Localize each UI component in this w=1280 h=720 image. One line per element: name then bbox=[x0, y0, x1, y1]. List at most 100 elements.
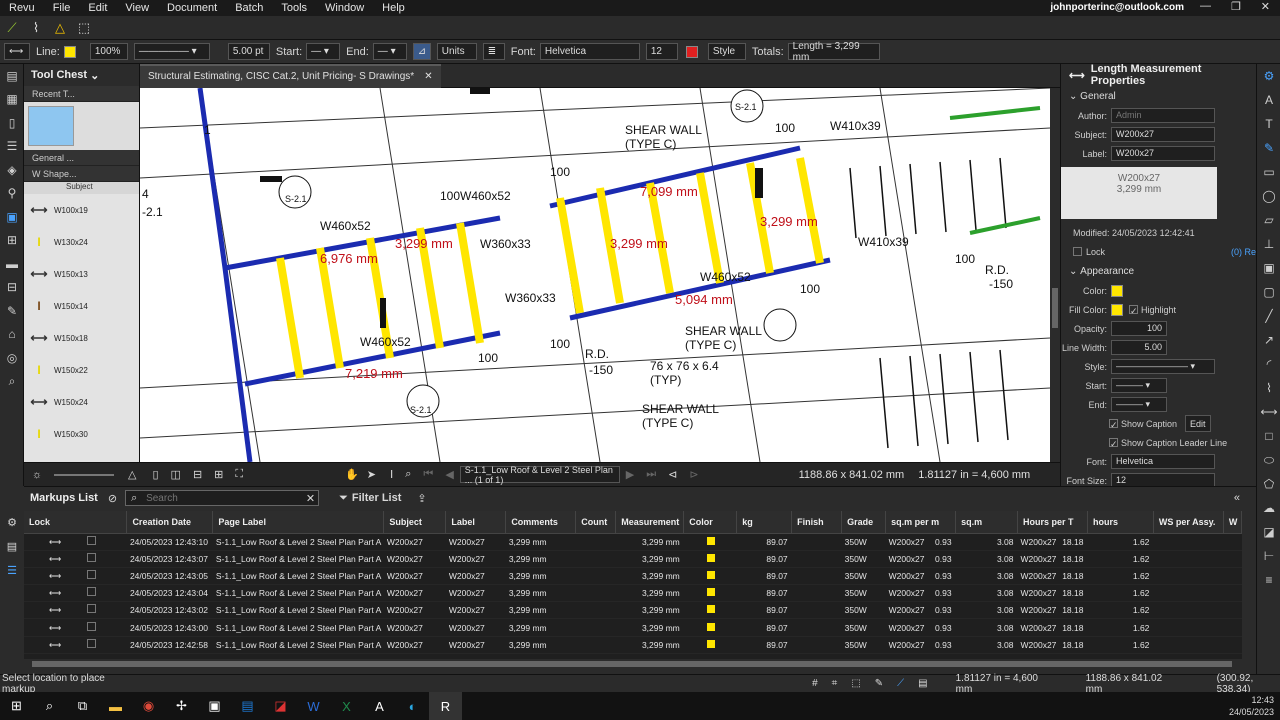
font-dropdown[interactable]: Helvetica bbox=[539, 43, 640, 60]
menu-item-batch[interactable]: Batch bbox=[226, 0, 272, 16]
close-tab-icon[interactable]: ✕ bbox=[424, 71, 432, 82]
collapse-panel-icon[interactable]: « bbox=[1234, 492, 1240, 504]
tool-item[interactable]: I W130x24 bbox=[24, 226, 139, 258]
menu-item-tools[interactable]: Tools bbox=[272, 0, 316, 16]
lock-checkbox[interactable] bbox=[87, 569, 97, 579]
clock[interactable]: 12:43 24/05/2023 bbox=[1229, 694, 1274, 718]
menu-item-view[interactable]: View bbox=[116, 0, 158, 16]
restore-button[interactable]: ❐ bbox=[1231, 0, 1241, 16]
excel-icon[interactable]: X bbox=[330, 692, 363, 720]
tool-chest-title[interactable]: Tool Chest ⌄ bbox=[24, 64, 139, 86]
stamp-icon[interactable]: ◎ bbox=[0, 346, 24, 370]
ellipse-icon[interactable]: ⬭ bbox=[1257, 448, 1280, 472]
settings-icon[interactable]: ⚙ bbox=[1257, 64, 1280, 88]
split-horizontal-icon[interactable]: ⊟ bbox=[193, 468, 202, 481]
note-icon[interactable]: ▱ bbox=[1257, 208, 1280, 232]
pan-icon[interactable]: ✋ bbox=[345, 468, 359, 481]
last-page-icon[interactable]: ⏭ bbox=[646, 468, 656, 481]
collapse-icon[interactable]: ≡ bbox=[1257, 568, 1280, 592]
general-section-header[interactable]: ⌄ General bbox=[1061, 86, 1256, 106]
app-icon[interactable]: ▣ bbox=[198, 692, 231, 720]
chart-icon[interactable]: ⊟ bbox=[0, 276, 24, 300]
markup-snap-icon[interactable]: ✎ bbox=[875, 678, 883, 689]
layout-icon[interactable]: ▤ bbox=[918, 678, 927, 689]
arc-icon[interactable]: ◜ bbox=[1257, 352, 1280, 376]
grid-toggle-icon[interactable]: # bbox=[812, 678, 818, 689]
task-view-icon[interactable]: ⧉ bbox=[66, 692, 99, 720]
search-icon[interactable]: ⌕ bbox=[0, 370, 24, 394]
sync-icon[interactable]: ⟋ bbox=[897, 678, 904, 689]
thumbnails-icon[interactable]: ▤ bbox=[0, 64, 24, 88]
minimize-button[interactable]: — bbox=[1200, 0, 1211, 16]
access-icon[interactable]: A bbox=[363, 692, 396, 720]
column-header[interactable]: kg bbox=[736, 511, 793, 534]
signature-icon[interactable]: ✎ bbox=[0, 299, 24, 323]
sun-icon[interactable]: ☼ bbox=[24, 469, 50, 481]
highlight-checkbox[interactable]: ✓ bbox=[1129, 305, 1138, 316]
column-header[interactable]: sq.m per m bbox=[885, 511, 957, 534]
canvas-vertical-scrollbar[interactable] bbox=[1050, 88, 1060, 462]
bookmarks-icon[interactable]: ▯ bbox=[0, 111, 24, 135]
image-icon[interactable]: ▣ bbox=[1257, 256, 1280, 280]
style-dropdown[interactable]: ———————— ▾ bbox=[1111, 359, 1215, 374]
tool-item[interactable]: I W150x14 bbox=[24, 290, 139, 322]
menu-item-help[interactable]: Help bbox=[373, 0, 414, 16]
link-icon[interactable]: ⟋ bbox=[0, 17, 24, 39]
select-arrow-icon[interactable]: ➤ bbox=[367, 468, 376, 481]
select-text-icon[interactable]: Ⅰ bbox=[390, 468, 393, 481]
search-icon[interactable]: ⌕ bbox=[33, 692, 66, 720]
table-row[interactable]: ⟷ 24/05/2023 12:42:58 S-1.1_Low Roof & Lev… bbox=[24, 636, 1242, 654]
stamp-icon[interactable]: ⊥ bbox=[1257, 232, 1280, 256]
lock-checkbox[interactable] bbox=[87, 604, 97, 614]
font-dropdown[interactable]: Helvetica bbox=[1111, 454, 1215, 469]
start-arrow-dropdown[interactable]: — ▾ bbox=[306, 43, 341, 60]
font-size-field[interactable]: 12 bbox=[1111, 473, 1215, 486]
column-header[interactable]: Comments bbox=[505, 511, 577, 534]
polyline-icon[interactable]: ⌇ bbox=[1257, 376, 1280, 400]
crop-icon[interactable]: ⛶ bbox=[235, 468, 243, 481]
tool-item[interactable]: ⟷ W150x24 bbox=[24, 386, 139, 418]
close-window-button[interactable]: ✕ bbox=[1261, 0, 1270, 16]
column-header[interactable]: Count bbox=[575, 511, 617, 534]
column-header[interactable]: Page Label bbox=[212, 511, 385, 534]
markups-vertical-scrollbar[interactable] bbox=[1242, 511, 1252, 659]
tool-item[interactable]: I W150x30 bbox=[24, 418, 139, 450]
column-header[interactable]: Subject bbox=[383, 511, 447, 534]
teams-icon[interactable]: ✢ bbox=[165, 692, 198, 720]
end-dropdown[interactable]: ——— ▾ bbox=[1111, 397, 1167, 412]
markups-settings-icon[interactable]: ⚙ bbox=[0, 510, 24, 534]
triangle-icon[interactable]: △ bbox=[128, 468, 136, 481]
column-header[interactable]: WS per Assy. bbox=[1153, 511, 1224, 534]
totals-dropdown[interactable]: Length = 3,299 mm bbox=[787, 41, 880, 63]
zoom-icon[interactable]: ⌕ bbox=[405, 468, 411, 481]
callout-icon[interactable]: ▭ bbox=[1257, 160, 1280, 184]
attach-icon[interactable]: ⌇ bbox=[24, 17, 48, 39]
document-tab[interactable]: Structural Estimating, CISC Cat.2, Unit … bbox=[140, 63, 441, 88]
properties-icon[interactable]: ☰ bbox=[0, 135, 24, 159]
end-arrow-dropdown[interactable]: — ▾ bbox=[372, 43, 407, 60]
measure-length-icon[interactable]: ⊢ bbox=[1257, 544, 1280, 568]
snap-icon[interactable]: ⌗ bbox=[832, 678, 838, 689]
opacity-field[interactable]: 100% bbox=[89, 43, 128, 60]
grid-icon[interactable]: ▦ bbox=[0, 88, 24, 112]
font-size-dropdown[interactable]: 12 bbox=[645, 43, 678, 60]
show-caption-checkbox[interactable]: ✓ bbox=[1109, 419, 1118, 430]
text-color-swatch[interactable] bbox=[685, 45, 698, 58]
user-icon[interactable]: ⚲ bbox=[0, 182, 24, 206]
lock-checkbox[interactable] bbox=[87, 552, 97, 562]
menu-item-file[interactable]: File bbox=[44, 0, 80, 16]
line-width-field[interactable]: 5.00 bbox=[1111, 340, 1167, 355]
start-dropdown[interactable]: ——— ▾ bbox=[1111, 378, 1167, 393]
prev-page-icon[interactable]: ◀ bbox=[445, 468, 453, 481]
forward-icon[interactable]: ⊳ bbox=[689, 468, 698, 481]
circle-tool-icon[interactable]: ◯ bbox=[1257, 184, 1280, 208]
author-field[interactable]: Admin bbox=[1111, 108, 1215, 123]
first-page-icon[interactable]: ⏮ bbox=[423, 468, 433, 481]
tool-item[interactable]: ⟷ W150x18 bbox=[24, 322, 139, 354]
recent-tools-section[interactable]: Recent T... bbox=[24, 86, 139, 102]
table-row[interactable]: ⟷ 24/05/2023 12:43:05 S-1.1_Low Roof & Lev… bbox=[24, 567, 1242, 586]
column-header[interactable]: Creation Date bbox=[126, 511, 214, 534]
word-icon[interactable]: W bbox=[297, 692, 330, 720]
column-header[interactable]: Measurement bbox=[615, 511, 685, 534]
outlook-icon[interactable]: ▤ bbox=[231, 692, 264, 720]
